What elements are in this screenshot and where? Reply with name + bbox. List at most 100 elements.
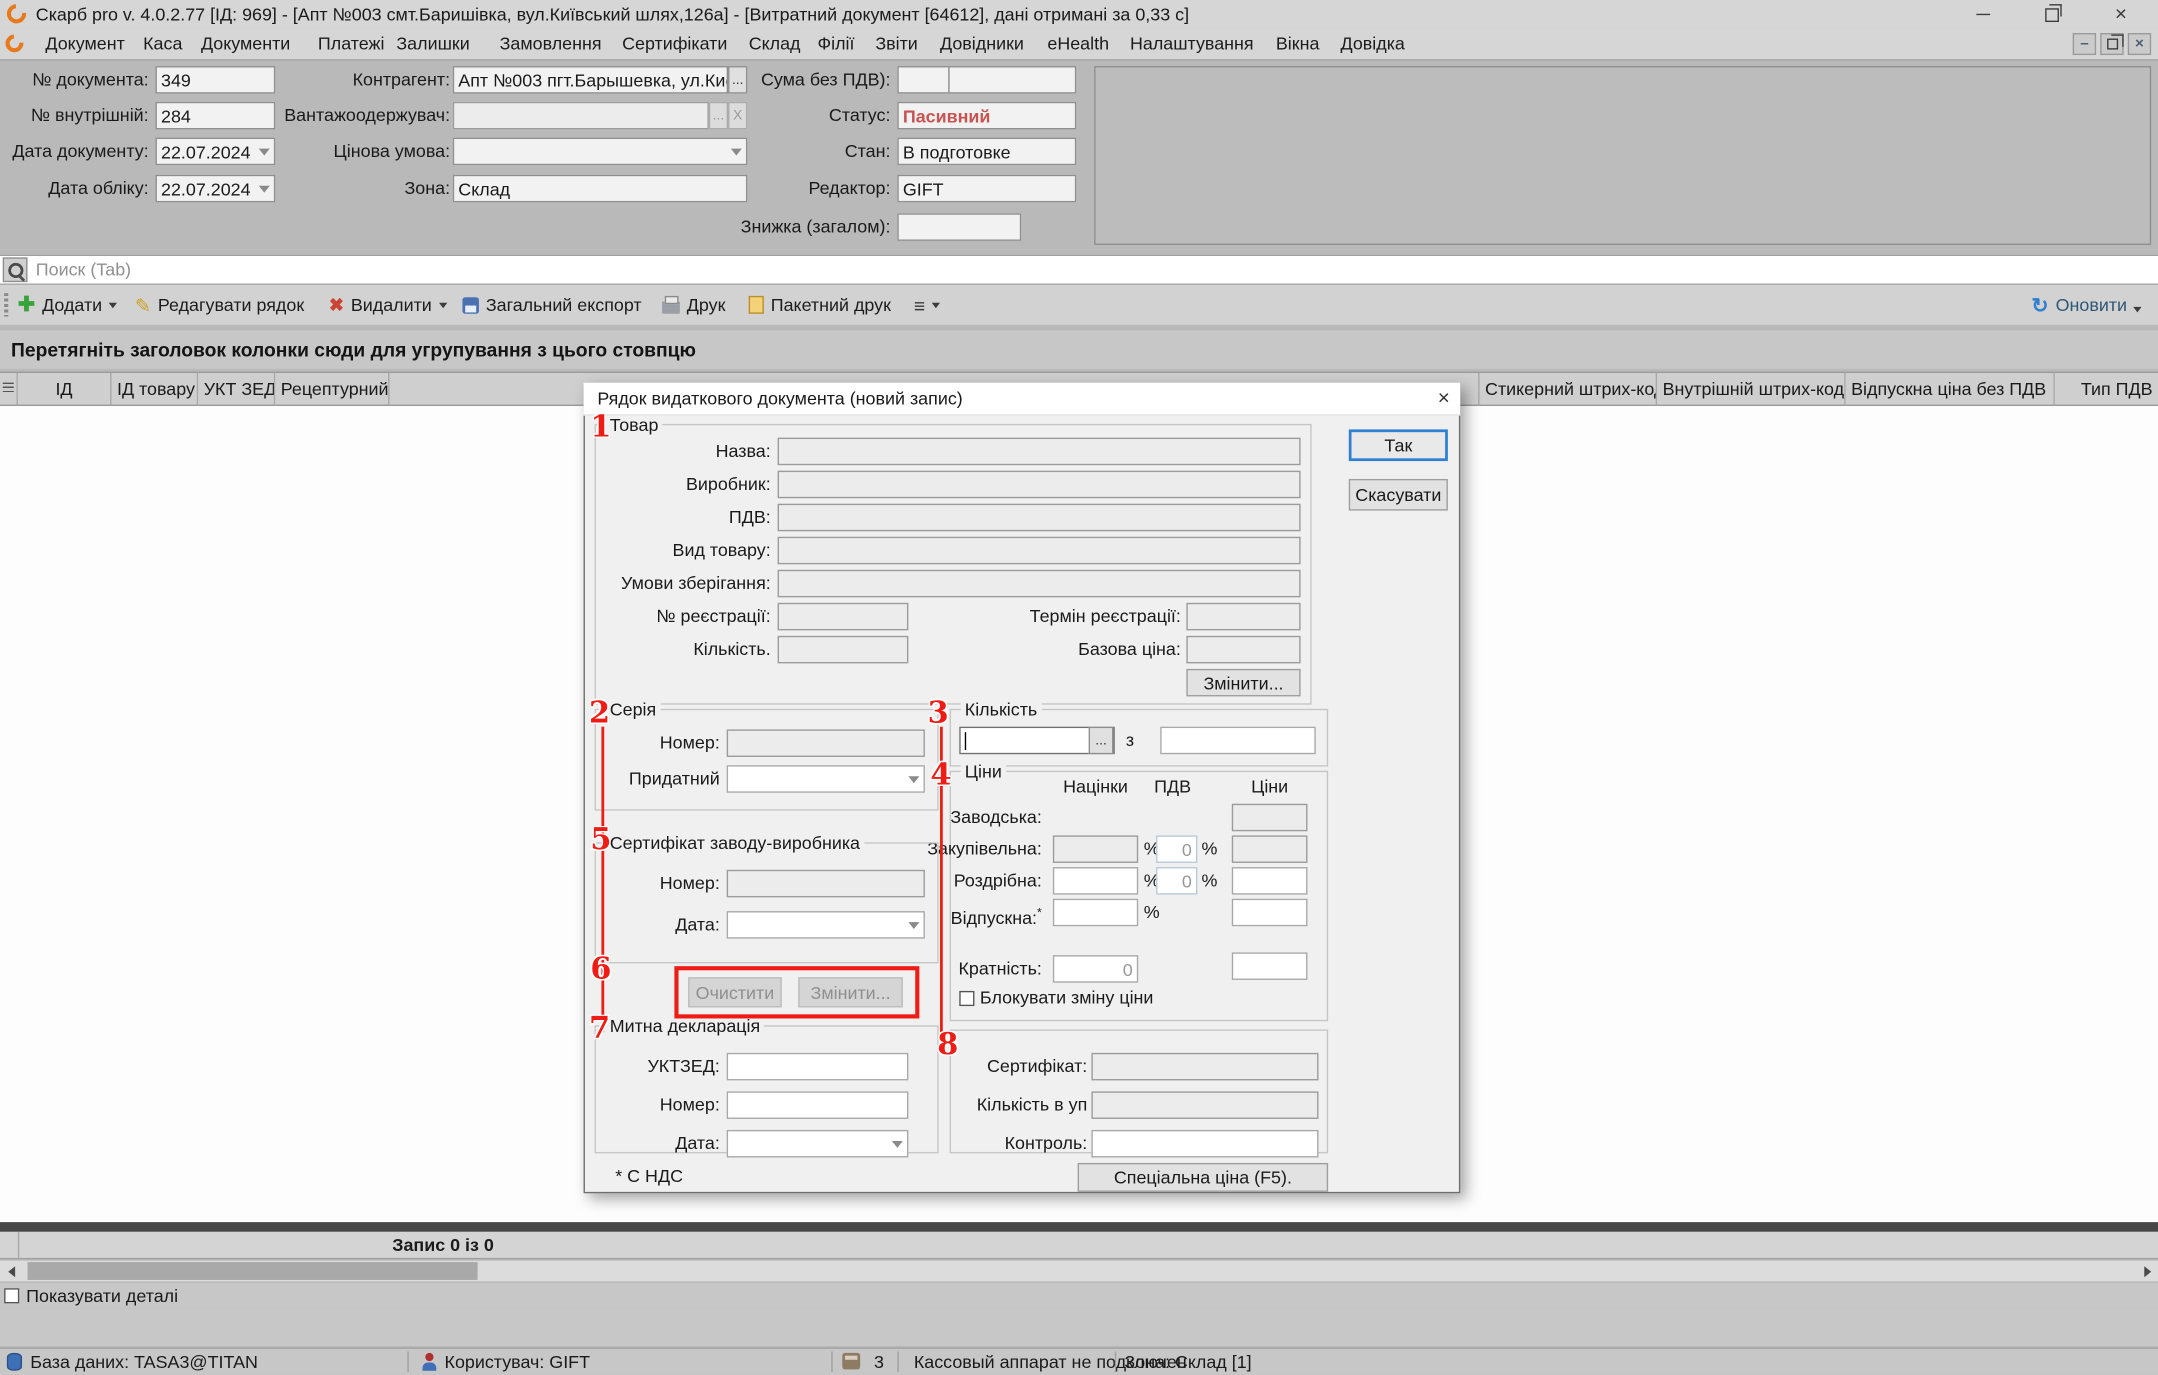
chevron-down-icon[interactable] xyxy=(908,921,919,928)
delete-button[interactable]: ✖ Видалити xyxy=(329,285,447,325)
column-prescription[interactable]: Рецептурний xyxy=(275,372,389,406)
column-list-button[interactable]: ≡ xyxy=(914,285,940,325)
factory-price-field[interactable] xyxy=(1232,804,1308,832)
scroll-left-button[interactable] xyxy=(0,1261,22,1282)
selling-price-field[interactable] xyxy=(1232,899,1308,927)
export-button[interactable]: Загальний експорт xyxy=(462,285,641,325)
menu-settings[interactable]: Налаштування xyxy=(1130,29,1254,59)
purchase-markup-field[interactable] xyxy=(1053,835,1138,863)
product-baseprice-field[interactable] xyxy=(1186,636,1300,664)
column-product-id[interactable]: ІД товару xyxy=(111,372,198,406)
mdi-minimize-button[interactable]: – xyxy=(2073,33,2096,55)
multiplicity-price-field[interactable] xyxy=(1232,952,1308,980)
price-condition-select[interactable] xyxy=(453,138,748,166)
search-button[interactable] xyxy=(3,257,28,282)
show-details-checkbox[interactable] xyxy=(4,1288,19,1303)
product-change-button[interactable]: Змінити... xyxy=(1186,669,1300,697)
menu-reports[interactable]: Звіти xyxy=(875,29,917,59)
menu-payments[interactable]: Платежі xyxy=(318,29,385,59)
splitter-bar[interactable] xyxy=(0,1222,2158,1232)
product-regno-field[interactable] xyxy=(778,603,909,631)
column-internal-barcode[interactable]: Внутрішній штрих-код xyxy=(1657,372,1846,406)
series-valid-select[interactable] xyxy=(727,765,925,793)
menu-certs[interactable]: Сертифікати xyxy=(622,29,727,59)
edit-row-button[interactable]: ✎ Редагувати рядок xyxy=(135,285,304,325)
purchase-price-field[interactable] xyxy=(1232,835,1308,863)
menu-guides[interactable]: Довідники xyxy=(940,29,1024,59)
consignee-picker-button[interactable]: ... xyxy=(709,102,728,130)
toolbar-drag-handle[interactable] xyxy=(4,293,8,316)
customs-date-select[interactable] xyxy=(727,1130,909,1158)
window-restore-button[interactable] xyxy=(2022,0,2083,29)
discount-field[interactable] xyxy=(897,213,1021,241)
product-baseprice-label: Базова ціна: xyxy=(963,636,1180,664)
scrollbar-thumb[interactable] xyxy=(28,1262,478,1280)
customs-number-field[interactable] xyxy=(727,1091,909,1119)
quantity-total-field[interactable] xyxy=(1160,727,1316,755)
column-uktzed[interactable]: УКТ ЗЕД xyxy=(198,372,275,406)
menu-windows[interactable]: Вікна xyxy=(1276,29,1320,59)
column-id[interactable]: ІД xyxy=(18,372,112,406)
mfr-cert-date-select[interactable] xyxy=(727,911,925,939)
menu-stock[interactable]: Залишки xyxy=(396,29,469,59)
annotation-2: 2 xyxy=(589,695,610,731)
column-sticker-barcode[interactable]: Стикерний штрих-код xyxy=(1480,372,1658,406)
mdi-restore-button[interactable] xyxy=(2100,33,2123,55)
chevron-down-icon[interactable] xyxy=(908,776,919,783)
window-minimize-button[interactable] xyxy=(1953,0,2014,29)
annotation-3: 3 xyxy=(928,695,949,731)
column-selling-price[interactable]: Відпускна ціна без ПДВ xyxy=(1846,372,2055,406)
batch-print-button[interactable]: Пакетний друк xyxy=(749,285,891,325)
refresh-button[interactable]: ↻ Оновити xyxy=(2031,285,2142,325)
consignee-field[interactable] xyxy=(453,102,709,130)
sum-no-vat-field-2[interactable] xyxy=(948,66,1076,94)
menu-branches[interactable]: Філії xyxy=(818,29,855,59)
window-close-button[interactable]: × xyxy=(2089,0,2152,29)
dialog-close-icon[interactable]: × xyxy=(1429,383,1459,416)
series-number-field[interactable] xyxy=(727,729,925,757)
product-storage-field[interactable] xyxy=(778,570,1301,598)
menu-document[interactable]: Документ xyxy=(45,29,124,59)
annotation-6: 6 xyxy=(590,951,611,987)
purchase-vat-field[interactable]: 0 xyxy=(1156,835,1197,863)
search-input[interactable]: Поиск (Tab) xyxy=(36,256,131,284)
quantity-picker-button[interactable]: ... xyxy=(1089,727,1114,755)
customs-uktzed-field[interactable] xyxy=(727,1053,909,1081)
menu-documents[interactable]: Документи xyxy=(201,29,290,59)
mfr-cert-number-field[interactable] xyxy=(727,870,925,898)
multiplicity-field[interactable]: 0 xyxy=(1053,955,1138,983)
qty-per-pack-field[interactable] xyxy=(1091,1091,1318,1119)
column-vat-type[interactable]: Тип ПДВ xyxy=(2055,372,2158,406)
sum-no-vat-field-1[interactable] xyxy=(897,66,949,94)
retail-price-field[interactable] xyxy=(1232,867,1308,895)
certificate-field[interactable] xyxy=(1091,1053,1318,1081)
lock-price-checkbox[interactable] xyxy=(959,991,974,1006)
product-qty-field[interactable] xyxy=(778,636,909,664)
menu-ehealth[interactable]: eHealth xyxy=(1047,29,1109,59)
menu-kasa[interactable]: Каса xyxy=(143,29,182,59)
scroll-right-button[interactable] xyxy=(2136,1261,2158,1282)
retail-vat-field[interactable]: 0 xyxy=(1156,867,1197,895)
add-button[interactable]: ✚ Додати xyxy=(18,285,117,325)
cancel-button[interactable]: Скасувати xyxy=(1349,479,1448,511)
grid-handle-column[interactable] xyxy=(0,372,18,406)
print-button[interactable]: Друк xyxy=(662,285,725,325)
retail-markup-field[interactable] xyxy=(1053,867,1138,895)
zone-field[interactable]: Склад xyxy=(453,175,748,203)
product-name-field[interactable] xyxy=(778,438,1301,466)
menu-help[interactable]: Довідка xyxy=(1341,29,1405,59)
mdi-close-button[interactable]: × xyxy=(2128,33,2151,55)
product-maker-field[interactable] xyxy=(778,471,1301,499)
product-kind-field[interactable] xyxy=(778,537,1301,565)
product-vat-field[interactable] xyxy=(778,504,1301,532)
product-regterm-field[interactable] xyxy=(1186,603,1300,631)
control-field[interactable] xyxy=(1091,1130,1318,1158)
ok-button[interactable]: Так xyxy=(1349,429,1448,461)
selling-markup-field[interactable] xyxy=(1053,899,1138,927)
chevron-down-icon[interactable] xyxy=(892,1140,903,1147)
menu-warehouse[interactable]: Склад xyxy=(749,29,801,59)
menu-orders[interactable]: Замовлення xyxy=(500,29,602,59)
contractor-field[interactable]: Апт №003 пгт.Барышевка, ул.Киев xyxy=(453,66,728,94)
special-price-button[interactable]: Спеціальна ціна (F5). xyxy=(1078,1163,1328,1192)
group-by-bar[interactable]: Перетягніть заголовок колонки сюди для у… xyxy=(0,330,2158,369)
